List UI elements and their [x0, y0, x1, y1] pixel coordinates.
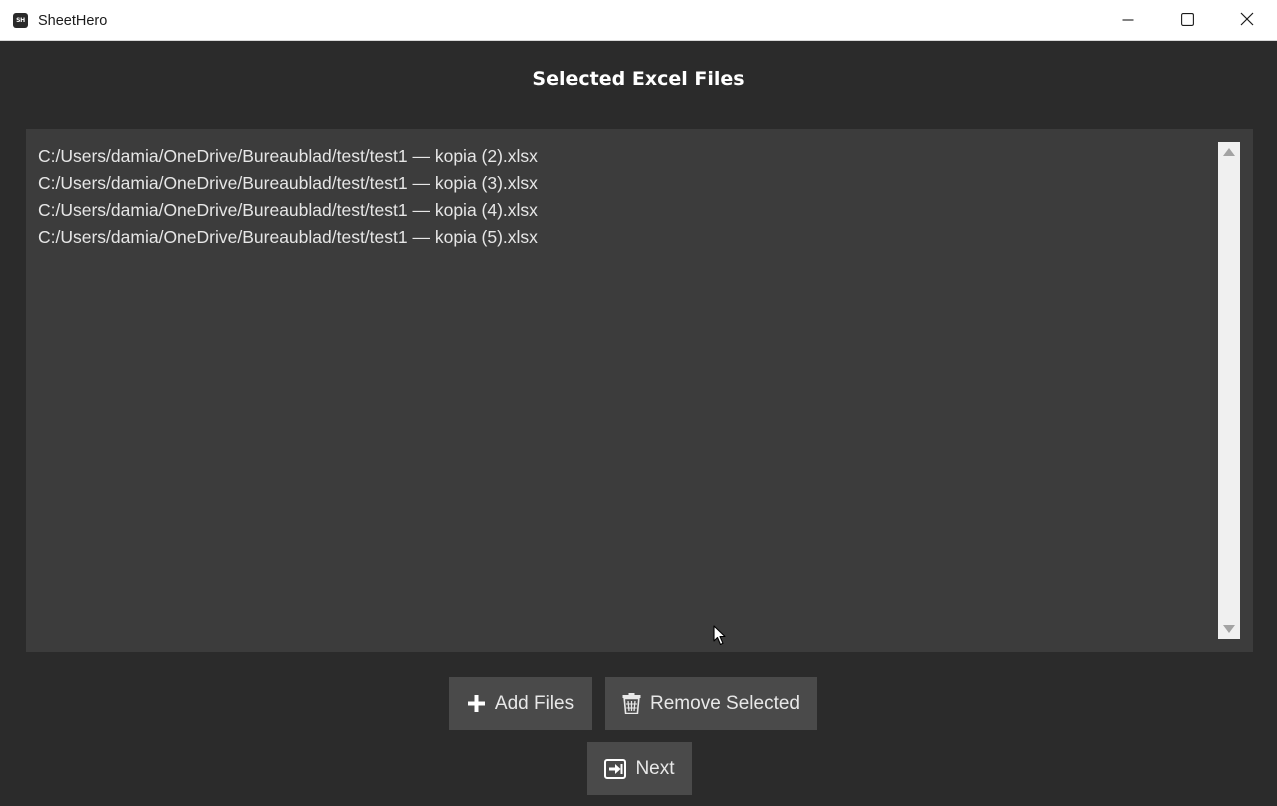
next-label: Next	[635, 757, 675, 779]
title-bar[interactable]: SH SheetHero	[0, 0, 1277, 41]
minimize-icon	[1122, 11, 1134, 30]
next-button[interactable]: Next	[587, 742, 692, 795]
remove-selected-button[interactable]: Remove Selected	[605, 677, 817, 730]
page-title: Selected Excel Files	[532, 68, 745, 90]
add-files-button[interactable]: Add Files	[449, 677, 592, 730]
remove-selected-label: Remove Selected	[650, 692, 800, 714]
maximize-icon	[1180, 11, 1194, 30]
close-button[interactable]	[1218, 0, 1276, 40]
app-window: SH SheetHero Selected Excel Files C:/Use…	[0, 0, 1277, 806]
maximize-button[interactable]	[1158, 0, 1216, 40]
app-icon: SH	[13, 13, 28, 28]
list-item[interactable]: C:/Users/damia/OneDrive/Bureaublad/test/…	[38, 224, 538, 251]
list-item[interactable]: C:/Users/damia/OneDrive/Bureaublad/test/…	[38, 197, 538, 224]
minimize-button[interactable]	[1099, 0, 1157, 40]
scroll-up-arrow-icon[interactable]	[1223, 148, 1235, 156]
scroll-down-arrow-icon[interactable]	[1223, 625, 1235, 633]
file-listbox[interactable]: C:/Users/damia/OneDrive/Bureaublad/test/…	[26, 129, 1253, 652]
trash-icon	[622, 693, 641, 714]
file-items: C:/Users/damia/OneDrive/Bureaublad/test/…	[38, 143, 538, 251]
plus-icon	[467, 694, 486, 713]
add-files-label: Add Files	[494, 692, 575, 714]
close-icon	[1240, 11, 1254, 30]
vertical-scrollbar[interactable]	[1218, 142, 1240, 639]
list-item[interactable]: C:/Users/damia/OneDrive/Bureaublad/test/…	[38, 143, 538, 170]
list-item[interactable]: C:/Users/damia/OneDrive/Bureaublad/test/…	[38, 170, 538, 197]
arrow-right-box-icon	[604, 758, 627, 779]
mouse-cursor-icon	[713, 625, 727, 650]
window-title: SheetHero	[38, 13, 108, 29]
